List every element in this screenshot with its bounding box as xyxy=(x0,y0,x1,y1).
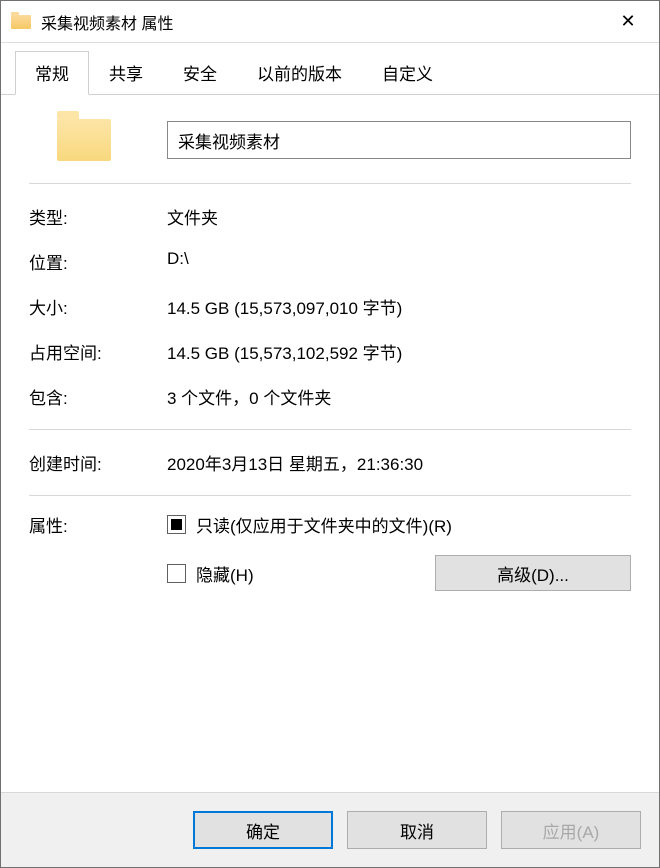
size-on-disk-label: 占用空间: xyxy=(29,339,167,364)
divider xyxy=(29,429,631,430)
tab-sharing[interactable]: 共享 xyxy=(89,51,163,94)
titlebar-title: 采集视频素材 属性 xyxy=(41,10,603,34)
readonly-checkbox[interactable] xyxy=(167,515,186,534)
contains-value: 3 个文件，0 个文件夹 xyxy=(167,384,631,409)
titlebar: 采集视频素材 属性 ✕ xyxy=(1,1,659,43)
type-label: 类型: xyxy=(29,204,167,229)
tab-previous-versions[interactable]: 以前的版本 xyxy=(237,51,362,94)
ok-button[interactable]: 确定 xyxy=(193,811,333,849)
folder-name-input[interactable] xyxy=(167,121,631,159)
divider xyxy=(29,495,631,496)
divider xyxy=(29,183,631,184)
size-on-disk-value: 14.5 GB (15,573,102,592 字节) xyxy=(167,339,631,364)
attributes-label: 属性: xyxy=(29,512,167,591)
hidden-label: 隐藏(H) xyxy=(196,561,254,586)
apply-button[interactable]: 应用(A) xyxy=(501,811,641,849)
folder-large-icon-container xyxy=(29,119,139,161)
tab-customize[interactable]: 自定义 xyxy=(362,51,453,94)
type-value: 文件夹 xyxy=(167,204,631,229)
tab-strip: 常规 共享 安全 以前的版本 自定义 xyxy=(1,43,659,95)
properties-dialog: 采集视频素材 属性 ✕ 常规 共享 安全 以前的版本 自定义 类型: 文件夹 位… xyxy=(0,0,660,868)
folder-icon xyxy=(11,15,31,29)
tab-content: 类型: 文件夹 位置: D:\ 大小: 14.5 GB (15,573,097,… xyxy=(1,95,659,792)
tab-security[interactable]: 安全 xyxy=(163,51,237,94)
advanced-button[interactable]: 高级(D)... xyxy=(435,555,631,591)
created-label: 创建时间: xyxy=(29,450,167,475)
size-value: 14.5 GB (15,573,097,010 字节) xyxy=(167,294,631,319)
readonly-label: 只读(仅应用于文件夹中的文件)(R) xyxy=(196,512,452,537)
contains-label: 包含: xyxy=(29,384,167,409)
hidden-checkbox[interactable] xyxy=(167,564,186,583)
created-value: 2020年3月13日 星期五，21:36:30 xyxy=(167,450,631,475)
cancel-button[interactable]: 取消 xyxy=(347,811,487,849)
dialog-footer: 确定 取消 应用(A) xyxy=(1,792,659,867)
location-label: 位置: xyxy=(29,249,167,274)
size-label: 大小: xyxy=(29,294,167,319)
tab-general[interactable]: 常规 xyxy=(15,51,89,95)
close-button[interactable]: ✕ xyxy=(603,2,653,42)
folder-large-icon xyxy=(57,119,111,161)
location-value: D:\ xyxy=(167,249,631,274)
